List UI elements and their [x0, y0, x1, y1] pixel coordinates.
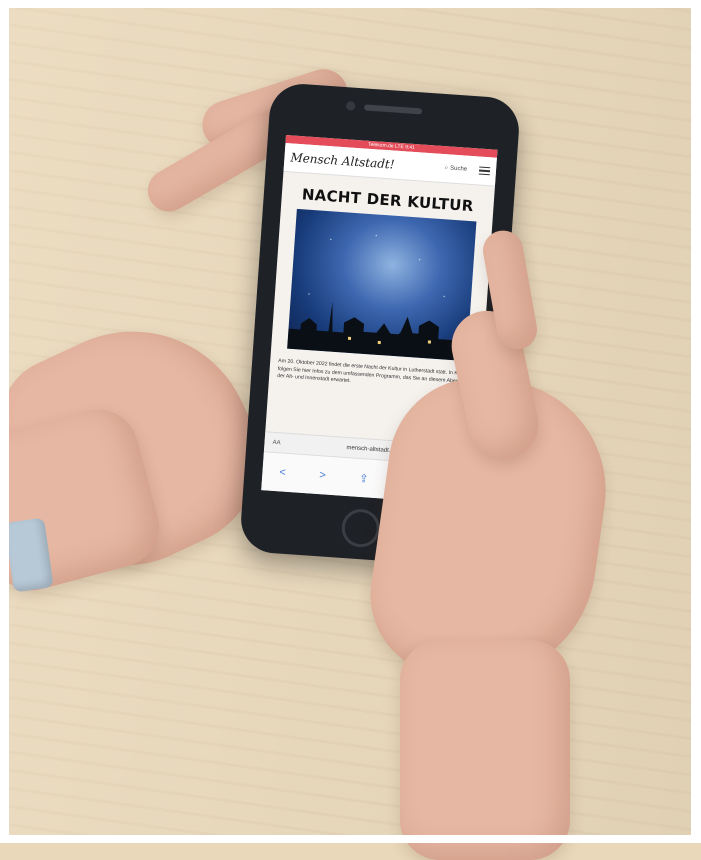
search-label: Suche	[449, 165, 468, 173]
right-wrist	[400, 640, 570, 860]
night-sky-image	[287, 208, 477, 362]
back-icon[interactable]: <	[279, 466, 286, 478]
town-skyline-silhouette	[287, 301, 469, 362]
site-logo[interactable]: Mensch Altstadt!	[290, 150, 395, 171]
share-icon[interactable]: ⇪	[359, 471, 369, 485]
front-camera	[345, 101, 356, 111]
search-icon: ⌕	[444, 164, 449, 171]
search-button[interactable]: ⌕ Suche	[444, 164, 468, 174]
home-button[interactable]	[340, 507, 382, 549]
hamburger-menu-icon[interactable]	[478, 164, 491, 177]
earpiece-speaker	[363, 104, 423, 115]
forward-icon[interactable]: >	[319, 469, 326, 481]
